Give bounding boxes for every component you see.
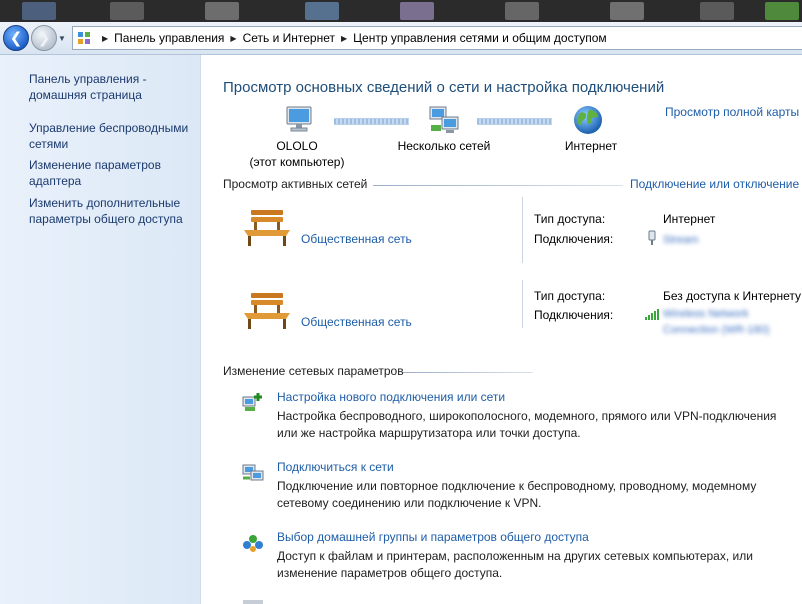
breadcrumb-network-internet[interactable]: Сеть и Интернет bbox=[243, 31, 335, 45]
computer-name-label: OLOLO bbox=[276, 139, 318, 153]
connection-link[interactable]: Wireless Network bbox=[663, 306, 749, 322]
wireless-signal-icon bbox=[644, 308, 660, 323]
breadcrumb-arrow-icon[interactable]: ▶ bbox=[341, 34, 347, 43]
wired-connection-icon bbox=[647, 230, 657, 249]
breadcrumb-arrow-icon[interactable]: ▶ bbox=[230, 34, 236, 43]
sidebar-item-adapter-settings[interactable]: Изменение параметров адаптера bbox=[29, 157, 197, 189]
network-divider bbox=[522, 197, 523, 263]
breadcrumb-network-center[interactable]: Центр управления сетями и общим доступом bbox=[353, 31, 607, 45]
back-arrow-icon: ❮ bbox=[9, 30, 23, 47]
connect-to-network-link[interactable]: Подключиться к сети bbox=[277, 460, 394, 474]
page-title: Просмотр основных сведений о сети и наст… bbox=[223, 79, 665, 96]
forward-arrow-icon: ❯ bbox=[37, 30, 51, 47]
forward-button[interactable]: ❯ bbox=[31, 25, 57, 51]
access-type-key: Тип доступа: bbox=[534, 289, 606, 303]
connections-key: Подключения: bbox=[534, 232, 614, 246]
partial-task-icon bbox=[243, 600, 263, 604]
breadcrumb-control-panel[interactable]: Панель управления bbox=[114, 31, 224, 45]
breadcrumb-arrow-icon[interactable]: ▶ bbox=[102, 34, 108, 43]
address-bar: ❮ ❯ ▼ ▶ Панель управления ▶ Сеть и Интер… bbox=[0, 22, 802, 55]
homegroup-sharing-link[interactable]: Выбор домашней группы и параметров общег… bbox=[277, 530, 589, 544]
internet-label: Интернет bbox=[564, 139, 618, 153]
connection-link[interactable]: Stream bbox=[663, 232, 698, 248]
connect-disconnect-link[interactable]: Подключение или отключение bbox=[630, 177, 799, 191]
access-type-value: Без доступа к Интернету bbox=[663, 289, 802, 303]
multiple-networks-icon[interactable] bbox=[427, 105, 461, 138]
taskbar-thumbnail[interactable] bbox=[305, 2, 339, 20]
left-task-pane: Панель управления - домашняя страница Уп… bbox=[0, 55, 201, 604]
public-network-bench-icon bbox=[242, 291, 292, 334]
change-settings-heading: Изменение сетевых параметров bbox=[223, 364, 404, 378]
connect-to-network-icon bbox=[241, 461, 265, 486]
taskbar-thumbnail[interactable] bbox=[700, 2, 734, 20]
taskbar-thumbnail[interactable] bbox=[610, 2, 644, 20]
control-panel-icon bbox=[76, 30, 92, 46]
taskbar-thumbnail[interactable] bbox=[400, 2, 434, 20]
network-name-link[interactable]: Общественная сеть bbox=[301, 315, 412, 329]
access-type-key: Тип доступа: bbox=[534, 212, 606, 226]
taskbar-thumbnail[interactable] bbox=[22, 2, 56, 20]
back-button[interactable]: ❮ bbox=[3, 25, 29, 51]
taskbar-thumbnail[interactable] bbox=[110, 2, 144, 20]
task-description: Доступ к файлам и принтерам, расположенн… bbox=[277, 549, 753, 580]
recent-pages-dropdown-icon[interactable]: ▼ bbox=[58, 34, 66, 43]
sidebar-item-manage-wireless[interactable]: Управление беспроводными сетями bbox=[29, 120, 197, 152]
taskbar-thumbnail[interactable] bbox=[505, 2, 539, 20]
breadcrumb[interactable]: ▶ Панель управления ▶ Сеть и Интернет ▶ … bbox=[72, 26, 802, 50]
computer-icon[interactable] bbox=[283, 105, 315, 138]
map-connector-line bbox=[334, 118, 409, 125]
taskbar-strip bbox=[0, 0, 802, 22]
task-description: Подключение или повторное подключение к … bbox=[277, 479, 757, 510]
section-divider bbox=[373, 185, 623, 186]
sidebar-item-control-panel-home[interactable]: Панель управления - домашняя страница bbox=[29, 71, 197, 103]
active-networks-heading: Просмотр активных сетей bbox=[223, 177, 368, 191]
task-description: Настройка беспроводного, широкополосного… bbox=[277, 409, 777, 440]
full-map-link[interactable]: Просмотр полной карты bbox=[665, 105, 799, 119]
network-divider bbox=[522, 280, 523, 328]
multiple-networks-label: Несколько сетей bbox=[397, 139, 491, 153]
taskbar-thumbnail[interactable] bbox=[765, 2, 799, 20]
setup-new-connection-link[interactable]: Настройка нового подключения или сети bbox=[277, 390, 505, 404]
new-connection-icon bbox=[241, 391, 265, 416]
main-content: Просмотр основных сведений о сети и наст… bbox=[201, 55, 802, 604]
taskbar-thumbnail[interactable] bbox=[205, 2, 239, 20]
sidebar-item-advanced-sharing[interactable]: Изменить дополнительные параметры общего… bbox=[29, 195, 197, 227]
public-network-bench-icon bbox=[242, 208, 292, 251]
this-computer-label: (этот компьютер) bbox=[249, 155, 345, 169]
connections-key: Подключения: bbox=[534, 308, 614, 322]
homegroup-icon bbox=[241, 531, 265, 556]
connection-link[interactable]: Connection (WR-180) bbox=[663, 322, 769, 338]
globe-icon[interactable] bbox=[572, 104, 604, 139]
access-type-value: Интернет bbox=[663, 212, 716, 226]
network-name-link[interactable]: Общественная сеть bbox=[301, 232, 412, 246]
section-divider bbox=[403, 372, 533, 373]
map-connector-line bbox=[477, 118, 552, 125]
